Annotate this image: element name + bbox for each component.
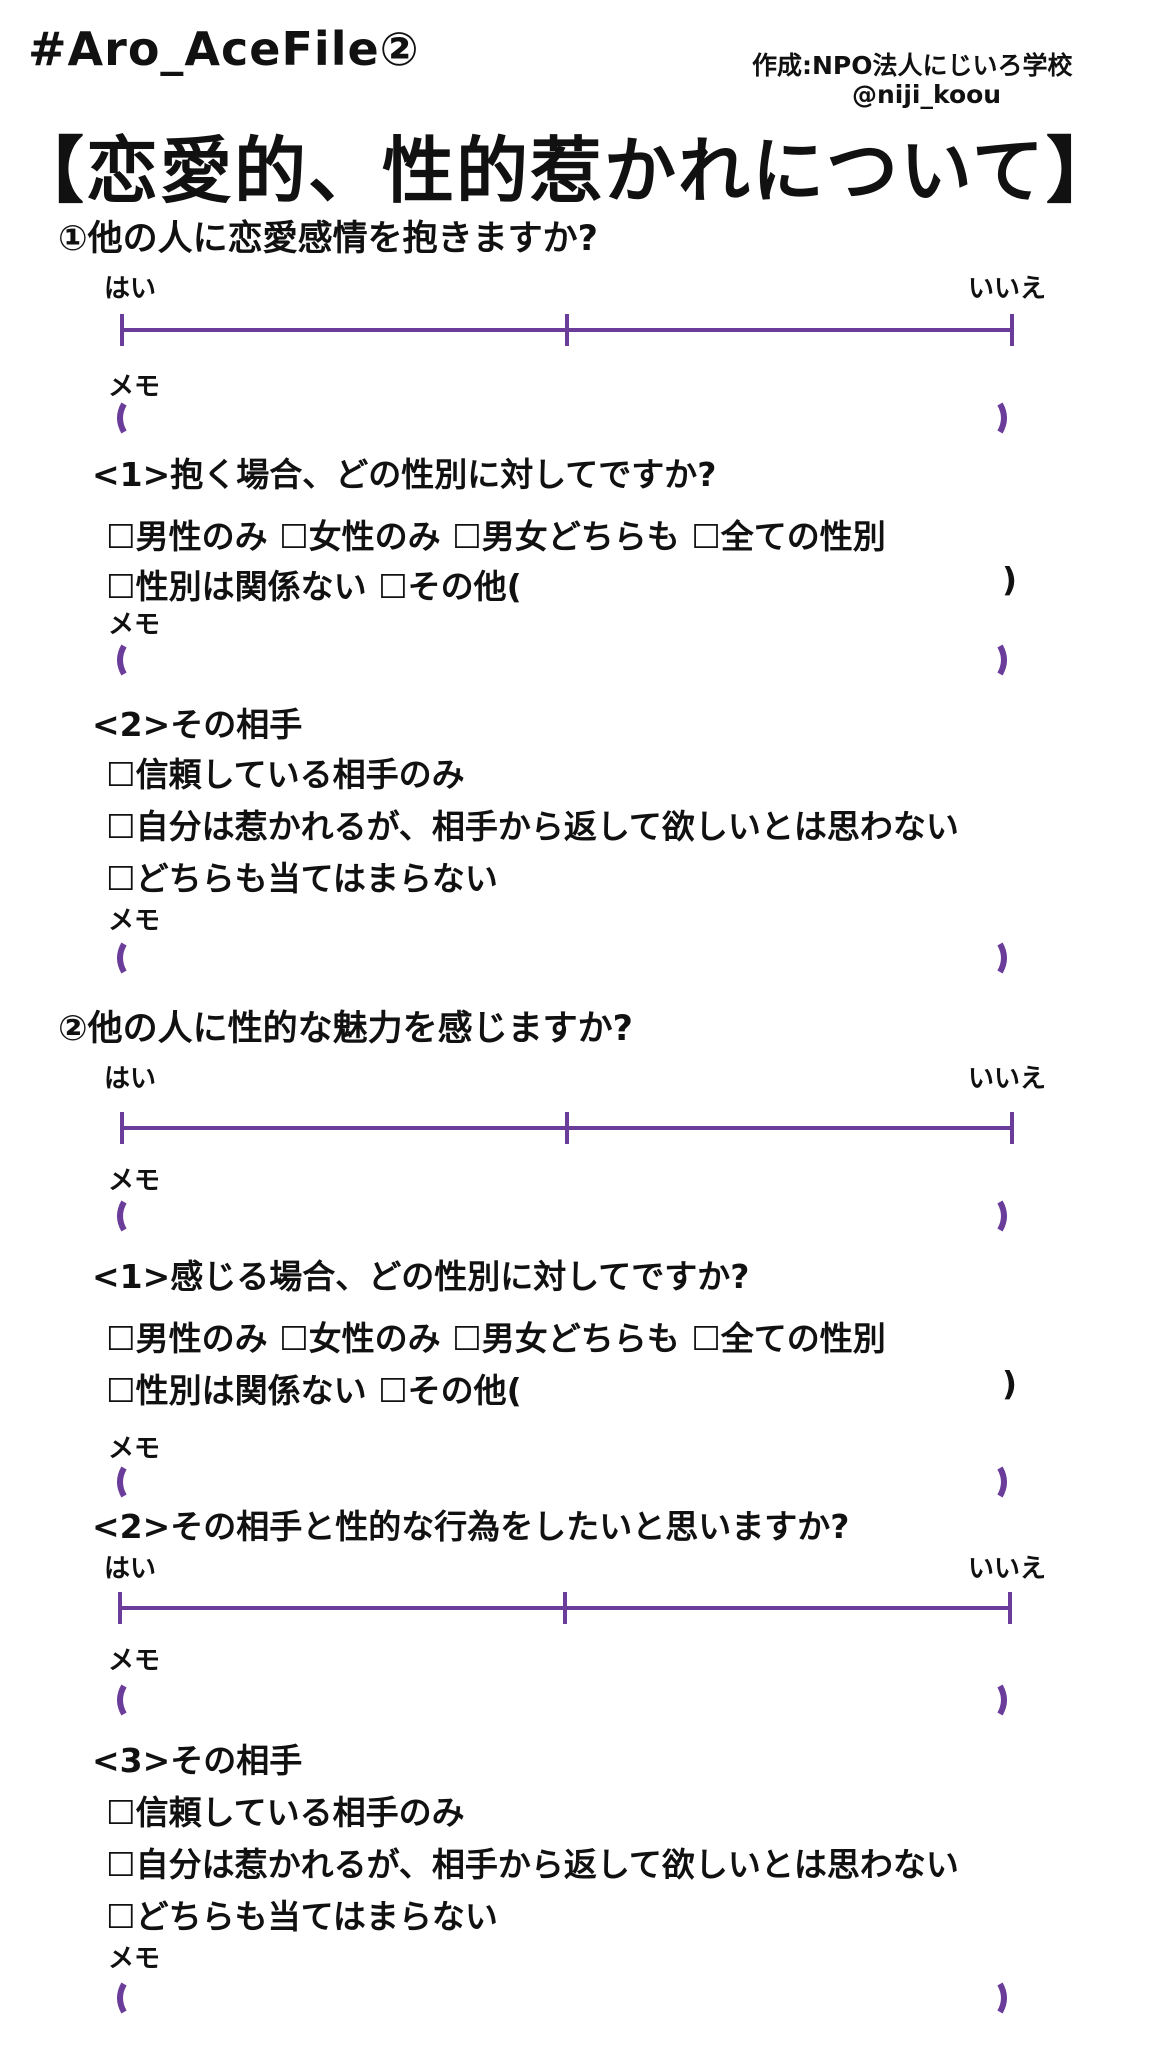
memo-field[interactable] bbox=[112, 1680, 1012, 1720]
scale-no-label: いいえ bbox=[968, 1554, 1047, 1584]
handle-text: @niji_koou bbox=[852, 80, 1002, 109]
answer-scale-3[interactable] bbox=[106, 1588, 1022, 1628]
memo-label: メモ bbox=[108, 1646, 161, 1676]
answer-scale-1[interactable] bbox=[108, 310, 1024, 350]
hashtag-title: #Aro_AceFile② bbox=[28, 22, 420, 76]
scale-yes-label: はい bbox=[104, 1064, 157, 1094]
scale-no-label: いいえ bbox=[968, 274, 1047, 304]
partner-option[interactable]: ☐自分は惹かれるが、相手から返して欲しいとは思わない bbox=[106, 1838, 959, 1886]
subquestion-2-3: <3>その相手 bbox=[92, 1741, 303, 1780]
memo-field[interactable] bbox=[112, 1462, 1012, 1502]
question-1: ①他の人に恋愛感情を抱きますか? bbox=[58, 219, 598, 259]
subquestion-1-1: <1>抱く場合、どの性別に対してですか? bbox=[92, 455, 717, 494]
partner-option[interactable]: ☐自分は惹かれるが、相手から返して欲しいとは思わない bbox=[106, 800, 959, 848]
subquestion-1-2: <2>その相手 bbox=[92, 705, 303, 744]
gender-options-row-2[interactable]: ☐性別は関係ない ☐その他( bbox=[106, 1364, 522, 1412]
memo-field[interactable] bbox=[112, 398, 1012, 438]
memo-label: メモ bbox=[108, 906, 161, 936]
gender-options-row-1[interactable]: ☐男性のみ ☐女性のみ ☐男女どちらも ☐全ての性別 bbox=[106, 510, 886, 558]
memo-label: メモ bbox=[108, 1944, 161, 1974]
partner-option[interactable]: ☐信頼している相手のみ bbox=[106, 1786, 465, 1834]
memo-label: メモ bbox=[108, 1166, 161, 1196]
other-close-paren: ) bbox=[1002, 1364, 1018, 1403]
partner-option[interactable]: ☐どちらも当てはまらない bbox=[106, 1890, 498, 1938]
memo-label: メモ bbox=[108, 1434, 161, 1464]
partner-option[interactable]: ☐信頼している相手のみ bbox=[106, 748, 465, 796]
question-2: ②他の人に性的な魅力を感じますか? bbox=[58, 1009, 633, 1049]
memo-field[interactable] bbox=[112, 1196, 1012, 1236]
memo-label: メモ bbox=[108, 610, 161, 640]
scale-yes-label: はい bbox=[104, 1554, 157, 1584]
subquestion-2-1: <1>感じる場合、どの性別に対してですか? bbox=[92, 1257, 750, 1296]
scale-yes-label: はい bbox=[104, 274, 157, 304]
other-close-paren: ) bbox=[1002, 560, 1018, 599]
gender-options-row-1[interactable]: ☐男性のみ ☐女性のみ ☐男女どちらも ☐全ての性別 bbox=[106, 1312, 886, 1360]
memo-field[interactable] bbox=[112, 938, 1012, 978]
answer-scale-2[interactable] bbox=[108, 1108, 1024, 1148]
credit-text: 作成:NPO法人にじいろ学校 bbox=[752, 51, 1073, 80]
partner-option[interactable]: ☐どちらも当てはまらない bbox=[106, 852, 498, 900]
gender-options-row-2[interactable]: ☐性別は関係ない ☐その他( bbox=[106, 560, 522, 608]
subquestion-2-2: <2>その相手と性的な行為をしたいと思いますか? bbox=[92, 1507, 850, 1546]
page-title: 【恋愛的、性的惹かれについて】 bbox=[12, 129, 1120, 213]
memo-field[interactable] bbox=[112, 1978, 1012, 2018]
memo-field[interactable] bbox=[112, 640, 1012, 680]
scale-no-label: いいえ bbox=[968, 1064, 1047, 1094]
